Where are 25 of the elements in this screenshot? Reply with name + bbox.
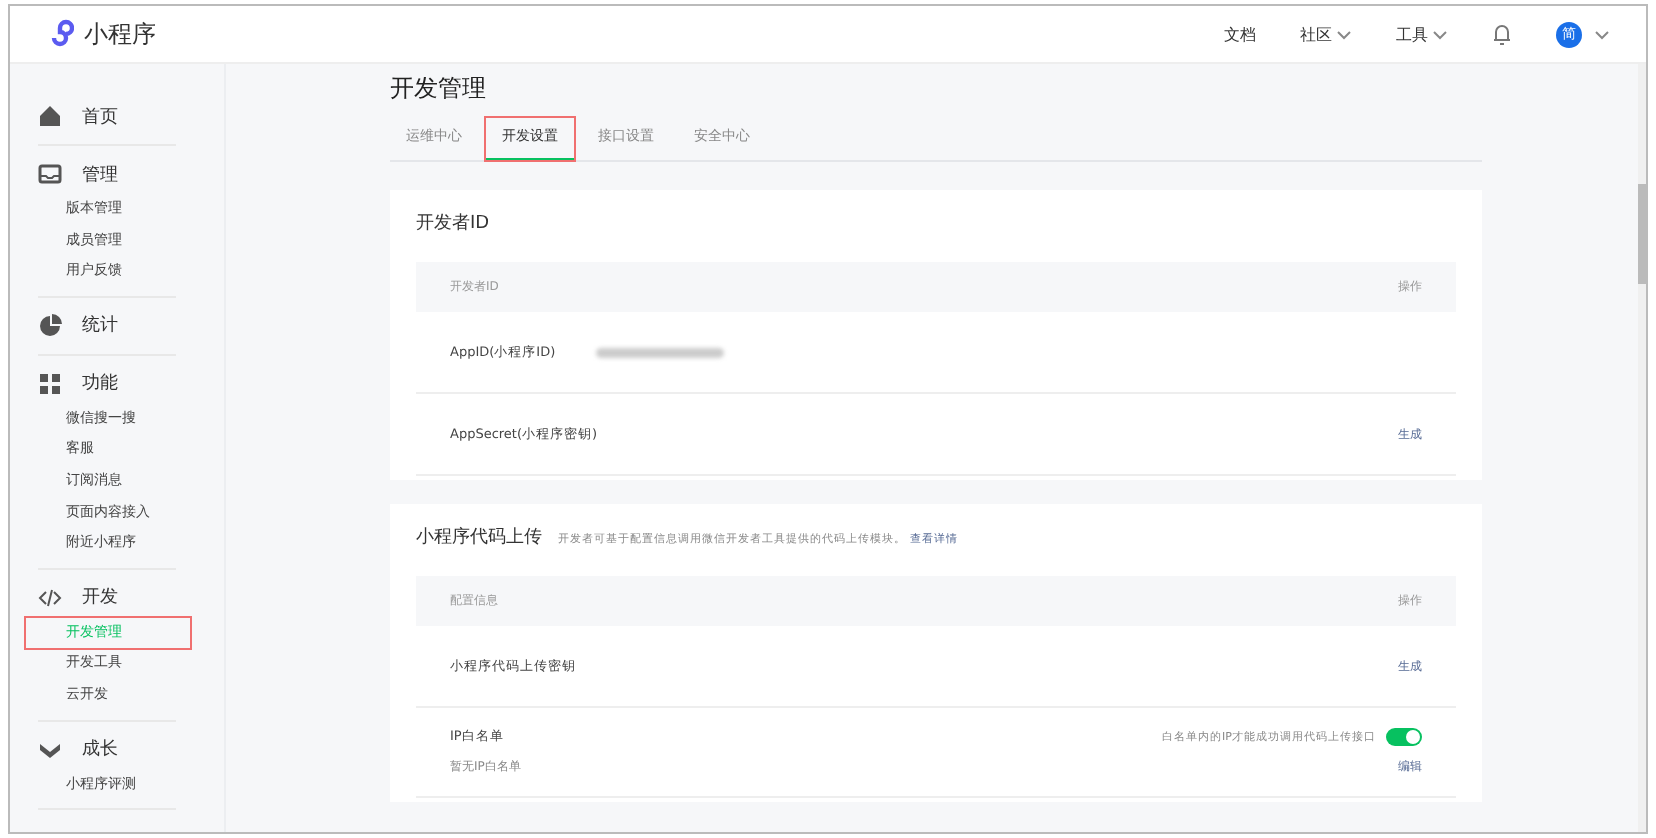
code-icon [38, 585, 62, 610]
sidebar-section[interactable]: 首页 [82, 103, 118, 129]
sidebar-section[interactable]: 开发 [82, 584, 118, 611]
home-icon [38, 104, 62, 128]
caret-icon [1432, 28, 1448, 40]
logo-icon [46, 18, 74, 50]
bell-icon [1492, 22, 1512, 46]
sidebar-section[interactable]: 成长 [82, 736, 118, 763]
nav-link[interactable]: 工具 [1396, 23, 1448, 45]
card-title: 开发者ID [416, 211, 490, 236]
scrollbar[interactable] [1638, 64, 1646, 832]
nav-link[interactable]: 社区 [1300, 23, 1352, 45]
grid-icon [38, 371, 62, 396]
page-title: 开发管理 [390, 72, 488, 106]
app-logo-text: 小程序 [84, 17, 156, 51]
inbox-icon [38, 162, 62, 186]
caret-icon [1336, 28, 1352, 40]
caret-icon [1594, 28, 1610, 40]
nav-link[interactable]: 文档 [1224, 23, 1256, 45]
sidebar-section[interactable]: 管理 [82, 161, 118, 187]
pie-chart-icon [38, 313, 62, 338]
sidebar-section[interactable]: 功能 [82, 370, 118, 397]
card-title: 小程序代码上传 [416, 525, 542, 550]
toggle-switch[interactable] [1386, 728, 1422, 746]
sidebar-section[interactable]: 统计 [82, 312, 118, 339]
